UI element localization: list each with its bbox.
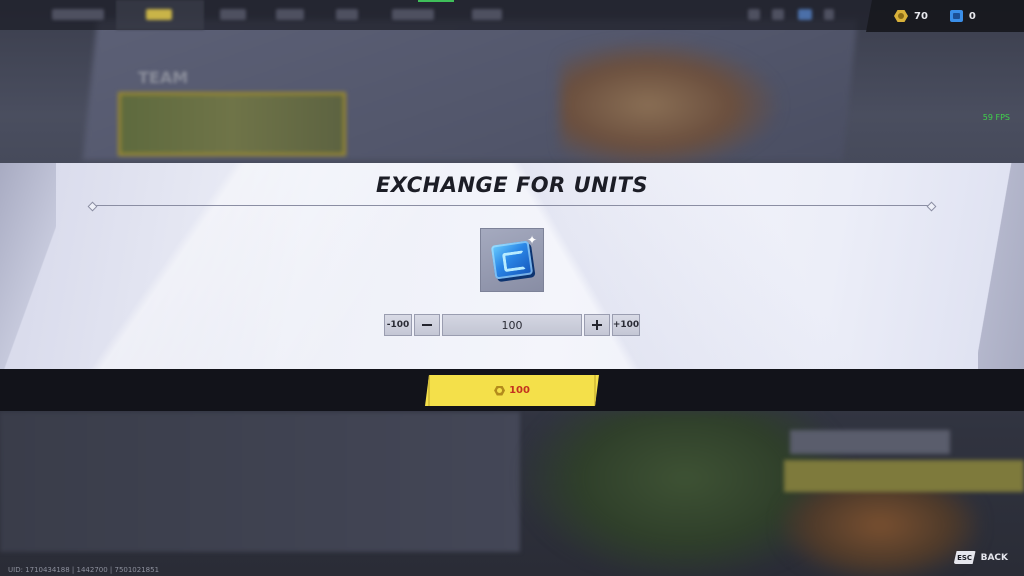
uid-text: UID: 1710434188 | 1442700 | 7501021851	[8, 566, 160, 574]
lattice-coin-icon	[494, 386, 505, 396]
item-preview: ✦	[480, 228, 544, 292]
title-divider	[92, 205, 932, 206]
unit-balance: 0	[949, 10, 976, 22]
nav-icon	[798, 9, 812, 20]
nav-icon	[824, 9, 834, 20]
decrease-button[interactable]	[414, 314, 440, 336]
confirm-exchange-button[interactable]: 100	[425, 375, 599, 406]
quantity-value: 100	[501, 318, 523, 332]
nav-indicator	[418, 0, 454, 2]
plus-icon	[592, 320, 602, 330]
decrease-100-button[interactable]: -100	[384, 314, 412, 336]
background-team-label: TEAM	[138, 68, 189, 87]
background-character	[560, 40, 780, 170]
nav-tab	[276, 9, 304, 20]
coin-balance: 70	[894, 10, 928, 22]
unit-amount: 0	[968, 10, 976, 22]
nav-logo	[52, 9, 104, 20]
nav-tab	[336, 9, 358, 20]
confirm-cost: 100	[509, 385, 530, 396]
esc-key-icon: ESC	[954, 551, 976, 564]
lattice-coin-icon	[894, 10, 908, 22]
confirm-bar: 100	[0, 369, 1024, 411]
modal-title: EXCHANGE FOR UNITS	[375, 173, 649, 197]
nav-tab	[220, 9, 246, 20]
nav-tab	[472, 9, 502, 20]
increase-100-button[interactable]: +100	[612, 314, 640, 336]
exchange-modal: EXCHANGE FOR UNITS ✦ -100 100 +100	[0, 163, 1024, 369]
increase-button[interactable]	[584, 314, 610, 336]
fps-counter: 59 FPS	[982, 113, 1010, 122]
nav-tab-active-label	[146, 9, 172, 20]
unit-chip-icon	[949, 10, 963, 22]
background-team-card	[118, 92, 346, 156]
nav-icon	[772, 9, 784, 20]
sparkle-icon: ✦	[527, 233, 538, 247]
background-mode-label	[790, 430, 950, 454]
quantity-field[interactable]: 100	[442, 314, 582, 336]
back-label: BACK	[980, 552, 1008, 563]
minus-icon	[422, 324, 432, 326]
background-start-button	[784, 460, 1024, 492]
back-button[interactable]: ESC BACK	[954, 551, 1008, 564]
nav-tab	[392, 9, 434, 20]
currency-bar: 70 0	[866, 0, 1024, 32]
nav-icon	[748, 9, 760, 20]
coin-amount: 70	[914, 10, 928, 22]
